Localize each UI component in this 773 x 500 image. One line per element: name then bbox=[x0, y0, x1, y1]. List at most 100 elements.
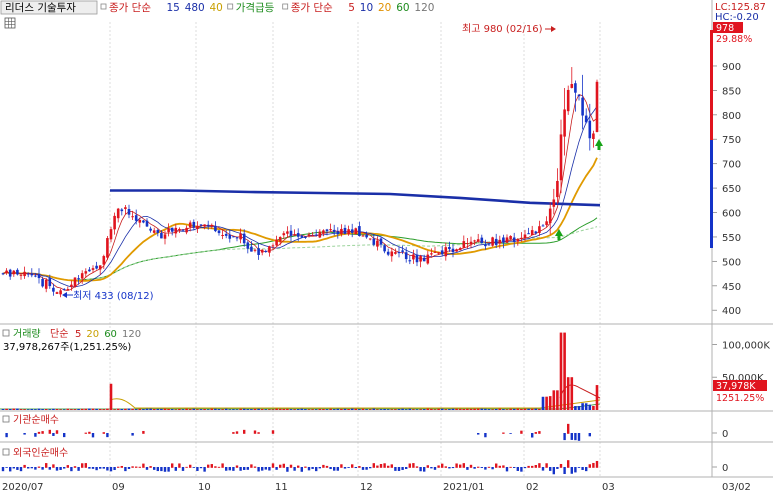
foreign-bar bbox=[545, 463, 548, 468]
foreign-bar bbox=[153, 467, 156, 470]
foreign-bar bbox=[282, 463, 285, 468]
candle-body bbox=[412, 254, 415, 260]
volume-bar bbox=[275, 408, 278, 410]
volume-bar bbox=[401, 408, 404, 410]
grid-icon[interactable] bbox=[4, 17, 16, 29]
candle-body bbox=[26, 273, 30, 275]
foreign-bar bbox=[343, 467, 347, 469]
foreign-bar bbox=[592, 462, 595, 468]
foreign-bar bbox=[37, 466, 41, 468]
volume-bar bbox=[365, 409, 368, 410]
candle-body bbox=[581, 97, 584, 116]
foreign-bar bbox=[405, 467, 408, 470]
foreign-bar bbox=[531, 465, 534, 468]
volume-bar bbox=[91, 408, 95, 410]
volume-bar bbox=[484, 408, 487, 410]
candle-body bbox=[512, 237, 516, 242]
foreign-bar bbox=[397, 467, 401, 471]
candle-body bbox=[178, 228, 181, 231]
volume-bar bbox=[246, 409, 250, 410]
volume-bar bbox=[502, 409, 505, 410]
candle-body bbox=[289, 230, 293, 236]
institution-bar bbox=[257, 432, 260, 434]
foreign-bar bbox=[523, 467, 527, 469]
foreign-bar bbox=[538, 463, 541, 468]
candle-body bbox=[383, 245, 386, 252]
volume-legend-item: 단순 bbox=[50, 328, 68, 340]
foreign-bar bbox=[567, 460, 570, 468]
foreign-bar bbox=[527, 465, 530, 468]
foreign-bar bbox=[325, 465, 329, 468]
volume-bar bbox=[390, 409, 394, 410]
legend-item: 20 bbox=[378, 2, 391, 14]
foreign-bar bbox=[333, 467, 336, 471]
foreign-bar bbox=[225, 467, 228, 471]
candle-body bbox=[16, 269, 19, 275]
candle-body bbox=[264, 250, 268, 252]
foreign-bar bbox=[5, 467, 8, 468]
candle-body bbox=[336, 231, 340, 235]
change-pct-label: 29.88% bbox=[716, 34, 752, 45]
volume-bar bbox=[224, 408, 228, 410]
volume-bar bbox=[318, 408, 322, 410]
candle-body bbox=[451, 248, 455, 252]
candle-body bbox=[181, 229, 185, 231]
volume-bar bbox=[332, 409, 336, 410]
volume-bar bbox=[116, 408, 120, 410]
candle-body bbox=[397, 252, 401, 254]
candle-body bbox=[563, 109, 566, 137]
last-volume-pct: 1251.25% bbox=[716, 393, 764, 404]
institution-bar bbox=[41, 431, 44, 434]
foreign-bar bbox=[509, 466, 512, 468]
price-tick-label: 700 bbox=[722, 160, 741, 171]
candle-body bbox=[160, 232, 163, 239]
foreign-bar bbox=[563, 467, 566, 474]
volume-bar bbox=[541, 396, 545, 410]
volume-bar bbox=[145, 408, 149, 410]
foreign-bar bbox=[109, 467, 113, 472]
volume-bar bbox=[530, 408, 534, 410]
candle-body bbox=[293, 234, 296, 236]
volume-bar bbox=[376, 409, 379, 410]
candle-body bbox=[275, 239, 278, 246]
candle-body bbox=[228, 234, 232, 239]
candle-body bbox=[37, 273, 41, 279]
candle-body bbox=[541, 225, 545, 227]
foreign-bar bbox=[88, 467, 91, 469]
legend-item: 480 bbox=[185, 2, 205, 14]
volume-legend-item: 5 bbox=[75, 329, 81, 340]
foreign-bar bbox=[73, 466, 77, 468]
volume-bar bbox=[473, 408, 476, 410]
price-tick-label: 550 bbox=[722, 233, 741, 244]
institution-bar bbox=[88, 431, 91, 434]
candle-body bbox=[73, 277, 77, 287]
foreign-bar bbox=[185, 466, 188, 468]
foreign-bar bbox=[271, 463, 275, 468]
candle-body bbox=[192, 221, 196, 228]
candle-body bbox=[304, 236, 307, 238]
candle-body bbox=[113, 215, 116, 230]
institution-bar bbox=[84, 432, 87, 434]
volume-bar bbox=[350, 408, 354, 410]
candle-body bbox=[199, 224, 203, 226]
volume-bar bbox=[588, 404, 592, 410]
volume-bar bbox=[19, 409, 23, 410]
foreign-bar bbox=[390, 464, 393, 468]
institution-bar bbox=[570, 433, 573, 440]
volume-bar bbox=[221, 409, 224, 410]
foreign-bar bbox=[243, 467, 246, 470]
candle-body bbox=[545, 221, 548, 225]
volume-legend-item: 60 bbox=[104, 329, 117, 340]
x-axis-label: 02 bbox=[526, 482, 539, 493]
volume-bar bbox=[174, 409, 178, 410]
volume-bar bbox=[44, 409, 48, 410]
volume-bar bbox=[30, 409, 34, 410]
price-tick-label: 600 bbox=[722, 209, 741, 220]
foreign-bar bbox=[117, 466, 120, 468]
candle-body bbox=[361, 235, 365, 237]
volume-bar bbox=[106, 408, 109, 410]
volume-bar bbox=[48, 409, 52, 410]
volume-bar bbox=[278, 408, 282, 410]
candle-body bbox=[109, 229, 113, 240]
foreign-bar bbox=[336, 467, 339, 471]
